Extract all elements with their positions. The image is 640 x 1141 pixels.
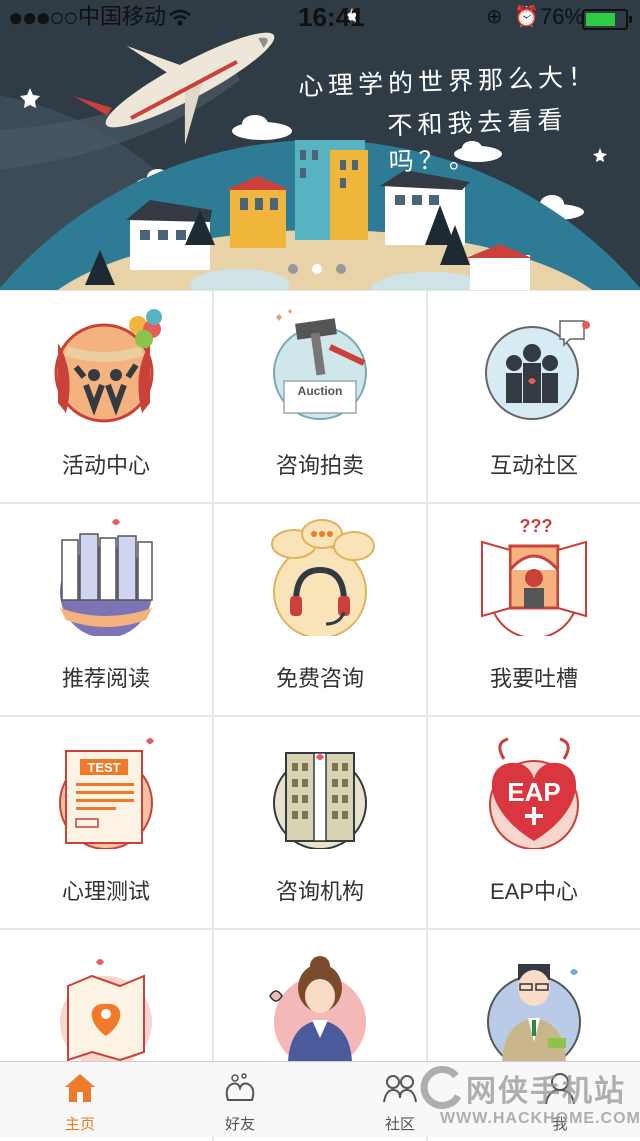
- grid-item-label: 心理测试: [61, 879, 150, 904]
- tab-label: 好友: [224, 1116, 255, 1133]
- carousel-dot[interactable]: [336, 264, 346, 274]
- grid-item-auction[interactable]: Auction 咨询拍卖: [214, 291, 426, 502]
- grid-item-label: 咨询拍卖: [275, 453, 364, 478]
- grid-item-label: 活动中心: [61, 453, 150, 478]
- grid-item-label: 咨询机构: [275, 879, 364, 904]
- community-icon: [485, 320, 590, 420]
- tab-friends[interactable]: 好友: [160, 1062, 320, 1137]
- clock: 16:41: [298, 2, 365, 32]
- grid-item-label: 我要吐槽: [489, 666, 578, 691]
- carousel-dots[interactable]: [288, 261, 360, 279]
- grid-item-complaints[interactable]: ??? 我要吐槽: [428, 504, 640, 715]
- carousel-dot[interactable]: [288, 264, 298, 274]
- top-banner[interactable]: 心理学的世界那么大！ 不和我去看看吗？。: [0, 0, 640, 290]
- grid-item-community[interactable]: 互动社区: [428, 291, 640, 502]
- male-consultant-icon: [487, 964, 581, 1062]
- status-bar: ●●●○○ 中国移动 16:41 ⊕ ⏰ 76%: [0, 0, 640, 34]
- books-icon: [60, 519, 153, 636]
- window-complaint-icon: ???: [481, 516, 587, 636]
- community-tab-icon: [383, 1075, 417, 1103]
- headset-icon: [271, 519, 375, 636]
- wifi-icon: [169, 9, 191, 26]
- map-location-icon: [60, 959, 152, 1062]
- battery-percent: 76%: [540, 4, 585, 29]
- banner-slogan-line2: 不和我去看看吗？。: [386, 105, 568, 177]
- test-paper-icon: TEST: [59, 738, 154, 849]
- grid-item-activity-center[interactable]: 活动中心: [0, 291, 212, 502]
- carousel-dot-active[interactable]: [312, 264, 322, 274]
- auction-icon-text: Auction: [298, 384, 343, 398]
- eap-heart-icon: EAP: [489, 737, 579, 849]
- battery-level: [586, 13, 615, 26]
- complaint-icon-text: ???: [520, 516, 553, 536]
- alarm-icon: ⏰: [514, 6, 539, 28]
- battery-icon: [582, 9, 632, 30]
- grid-item-recommended-reading[interactable]: 推荐阅读: [0, 504, 212, 715]
- grid-item-label: 免费咨询: [275, 666, 364, 691]
- female-consultant-icon: [269, 956, 366, 1062]
- test-icon-text: TEST: [87, 760, 120, 775]
- activity-center-icon: [54, 309, 162, 423]
- tab-home[interactable]: 主页: [0, 1062, 160, 1137]
- auction-icon: Auction: [273, 309, 367, 420]
- tab-label: 我: [552, 1116, 568, 1133]
- carrier-name: 中国移动: [78, 4, 167, 29]
- bottom-tab-bar: 主页 好友 社区 我: [0, 1061, 640, 1137]
- eap-icon-text: EAP: [507, 777, 560, 807]
- grid-item-psych-test[interactable]: TEST 心理测试: [0, 717, 212, 928]
- tab-community[interactable]: 社区: [320, 1062, 480, 1137]
- tab-label: 主页: [64, 1116, 95, 1133]
- tab-me[interactable]: 我: [480, 1062, 640, 1137]
- grid-item-label: 推荐阅读: [61, 666, 150, 691]
- grid-item-institutions[interactable]: 咨询机构: [214, 717, 426, 928]
- home-icon: [65, 1074, 95, 1102]
- tab-label: 社区: [384, 1116, 415, 1133]
- profile-icon: [545, 1073, 575, 1105]
- friends-icon: [225, 1073, 255, 1101]
- building-icon: [273, 752, 367, 849]
- signal-strength-icon: ●●●○○: [8, 2, 79, 32]
- grid-item-eap-center[interactable]: EAP EAP中心: [428, 717, 640, 928]
- grid-item-free-consultation[interactable]: 免费咨询: [214, 504, 426, 715]
- grid-item-label: 互动社区: [489, 453, 578, 478]
- grid-item-label: EAP中心: [489, 879, 579, 904]
- rotation-lock-icon: ⊕: [486, 6, 503, 28]
